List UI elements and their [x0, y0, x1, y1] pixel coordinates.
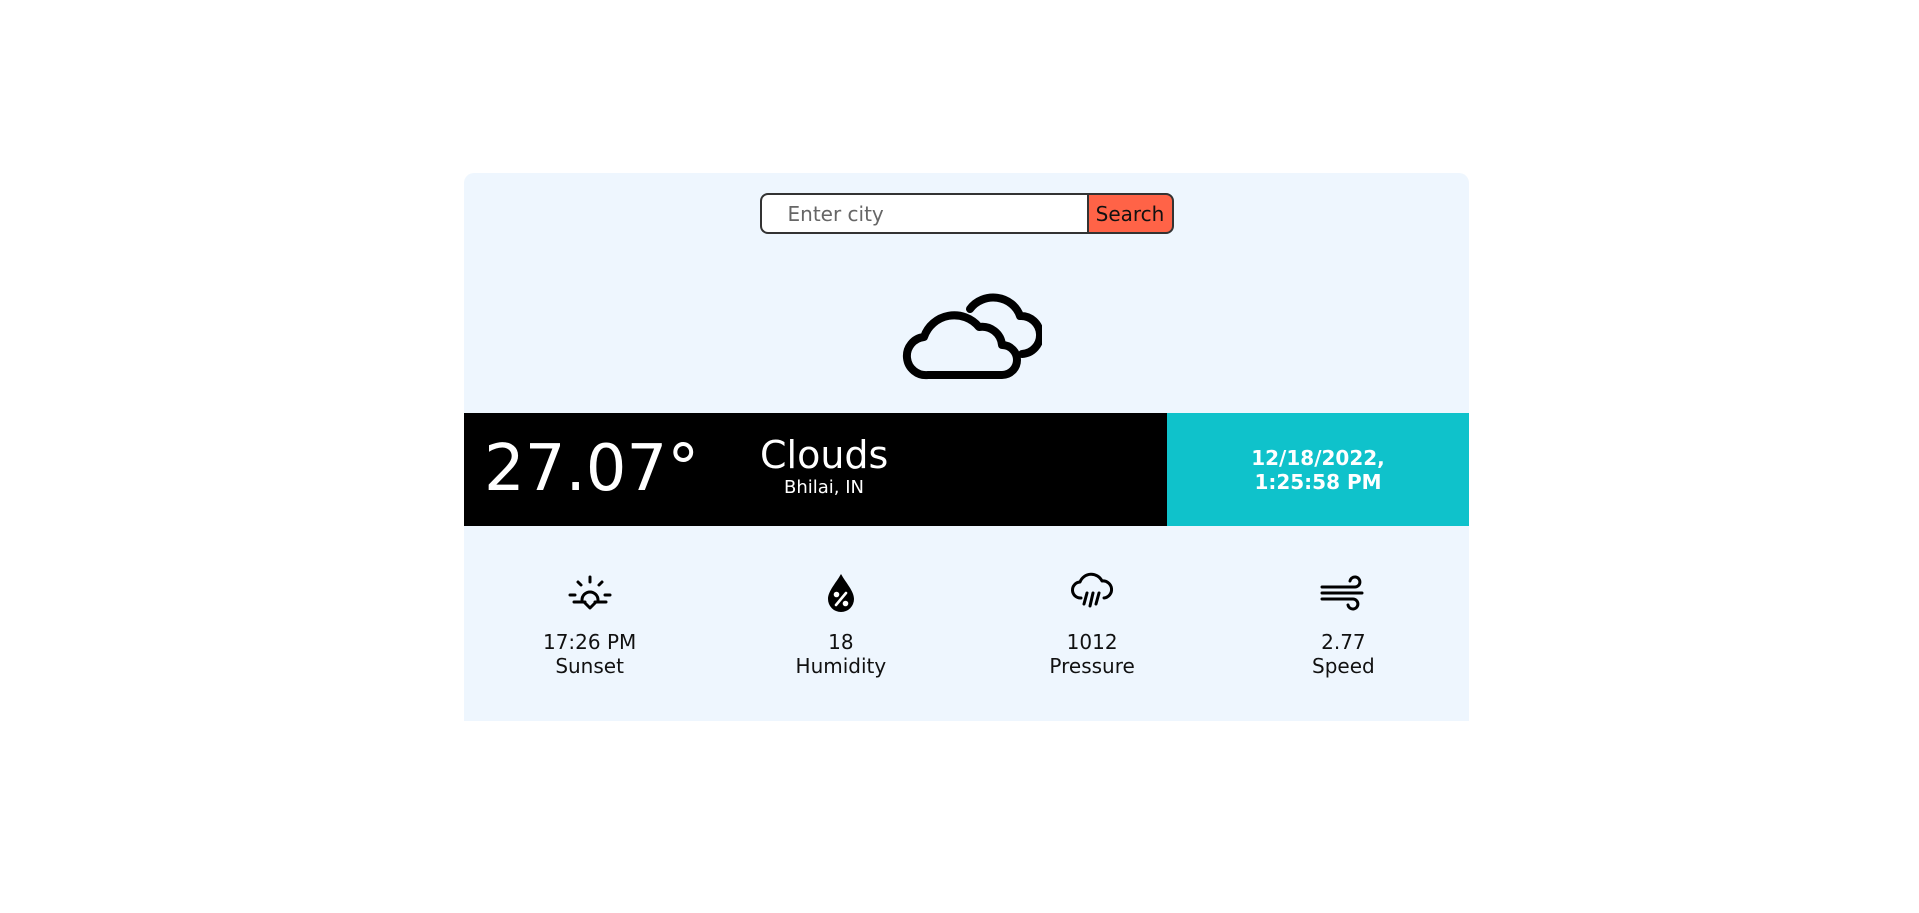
humidity-label: Humidity	[795, 654, 887, 678]
humidity-icon	[827, 574, 854, 612]
pressure-label: Pressure	[1049, 654, 1135, 678]
wind-speed-label: Speed	[1312, 654, 1375, 678]
wind-icon	[1320, 575, 1364, 611]
date-time-panel: 12/18/2022, 1:25:58 PM	[1167, 413, 1469, 526]
city-search-input[interactable]	[759, 193, 1087, 234]
pressure-value: 1012	[1066, 630, 1118, 654]
stat-pressure: 1012 Pressure	[967, 568, 1218, 678]
temperature: 27.07°	[484, 432, 700, 506]
location: Bhilai, IN	[783, 477, 864, 498]
clouds-icon	[902, 293, 1042, 380]
sunset-value: 17:26 PM	[542, 630, 637, 654]
weather-stats: 17:26 PM Sunset 18 Humidity 1012 Pressur…	[464, 568, 1469, 678]
sunset-label: Sunset	[555, 654, 624, 678]
pressure-icon	[1071, 572, 1114, 608]
weather-condition: Clouds	[760, 433, 889, 477]
weather-summary: 27.07° Clouds Bhilai, IN	[464, 413, 1167, 526]
stat-sunset: 17:26 PM Sunset	[464, 568, 715, 678]
date-time: 12/18/2022, 1:25:58 PM	[1251, 445, 1385, 494]
stat-wind-speed: 2.77 Speed	[1218, 568, 1469, 678]
weather-info-bar: 27.07° Clouds Bhilai, IN 12/18/2022, 1:2…	[464, 413, 1469, 526]
humidity-value: 18	[828, 630, 854, 654]
weather-card: Search 27.07° Clouds Bhilai, IN 12/18/20…	[464, 173, 1469, 721]
condition-block: Clouds Bhilai, IN	[760, 433, 888, 499]
sunset-icon	[568, 575, 612, 610]
search-bar: Search	[464, 193, 1469, 234]
stat-humidity: 18 Humidity	[715, 568, 966, 678]
wind-speed-value: 2.77	[1321, 630, 1366, 654]
search-button[interactable]: Search	[1086, 193, 1174, 234]
